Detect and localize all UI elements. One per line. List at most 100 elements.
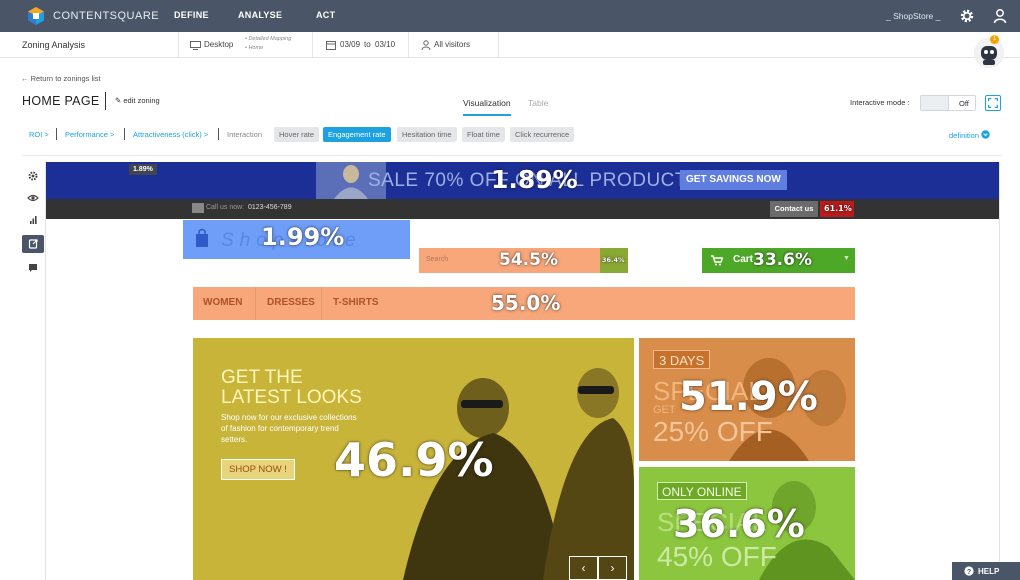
zone-value-logo: 1.99% [261, 223, 345, 251]
pill-engagement-rate[interactable]: Engagement rate [323, 127, 391, 142]
question-icon: ? [964, 566, 974, 576]
mapping-page: • Home [245, 45, 264, 51]
promo-1-tag: 3 DAYS [653, 350, 711, 369]
gear-icon[interactable] [959, 8, 975, 24]
tab-table[interactable]: Table [528, 98, 548, 108]
pill-click-recurrence[interactable]: Click recurrence [510, 127, 575, 142]
metrics-bar: ROI > Performance > Attractiveness (clic… [0, 126, 1020, 144]
promo-tile-2-zone[interactable]: ONLY ONLINE SPECIAL 45% OFF 36.6% [639, 467, 855, 580]
notification-badge: 1 [990, 35, 999, 44]
hero-text-line-3: setters. [221, 435, 248, 444]
tool-settings[interactable] [22, 167, 44, 185]
chevron-down-icon: ▼ [843, 255, 850, 262]
toggle-knob [921, 96, 949, 110]
hero-slider-zone[interactable]: GET THE LATEST LOOKS Shop now for our ex… [193, 338, 634, 580]
nav-act[interactable]: ACT [316, 10, 335, 20]
metric-performance[interactable]: Performance > [65, 130, 114, 139]
cart-icon [711, 255, 723, 266]
pill-hover-rate[interactable]: Hover rate [274, 127, 320, 142]
heatmap-canvas[interactable]: SALE 70% OFF ON ALL PRODUCTS GET SAVINGS… [45, 162, 1000, 580]
assistant-avatar[interactable] [974, 38, 1004, 68]
banner-cta-button[interactable]: GET SAVINGS NOW [680, 170, 787, 190]
phone-icon [192, 203, 204, 213]
search-field-zone[interactable]: Search 54.5% [419, 248, 600, 273]
search-placeholder: Search [426, 256, 449, 263]
tool-comment[interactable] [22, 259, 44, 277]
tab-visualization[interactable]: Visualization [463, 98, 511, 116]
pill-hesitation-time[interactable]: Hesitation time [397, 127, 457, 142]
divider [255, 287, 256, 320]
definition-link[interactable]: definition [949, 130, 990, 140]
divider [321, 287, 322, 320]
chevron-down-icon [981, 130, 990, 139]
cart-zone[interactable]: Cart ▼ 33.6% [702, 248, 855, 273]
slider-prev-button[interactable]: ‹ [569, 556, 598, 580]
user-icon [421, 40, 431, 50]
tool-share[interactable] [22, 235, 44, 253]
metric-attractiveness[interactable]: Attractiveness (click) > [133, 130, 208, 139]
logo-zone[interactable]: Shopstore 1.99% [183, 220, 410, 259]
tool-stats[interactable] [22, 211, 44, 229]
slider-next-button[interactable]: › [598, 556, 627, 580]
zone-value-hero: 46.9% [334, 433, 494, 487]
menu-item-women[interactable]: WOMEN [203, 297, 242, 308]
shopping-bag-icon [196, 228, 208, 247]
cart-label: Cart [733, 254, 754, 265]
menu-item-dresses[interactable]: DRESSES [267, 297, 315, 308]
desktop-icon [190, 41, 201, 50]
edit-zoning-link[interactable]: ✎ edit zoning [115, 96, 160, 105]
svg-text:?: ? [967, 569, 971, 576]
interactive-mode-toggle[interactable]: Off [920, 95, 976, 111]
page-title: HOME PAGE [22, 94, 100, 108]
robot-icon [975, 39, 1003, 67]
zone-value-promo-2: 36.6% [673, 502, 805, 546]
back-link[interactable]: ← Return to zonings list [21, 74, 101, 83]
date-to-label: to [364, 40, 371, 49]
device-selector[interactable]: Desktop [204, 40, 233, 49]
fullscreen-icon[interactable] [985, 95, 1001, 111]
eye-icon [27, 194, 39, 202]
contentsquare-logo-icon[interactable] [26, 6, 46, 26]
metric-roi[interactable]: ROI > [29, 130, 49, 139]
hero-title-line-1: GET THE [221, 367, 303, 388]
shop-selector[interactable]: _ ShopStore _ [886, 11, 940, 21]
promo-tile-1-zone[interactable]: 3 DAYS SPECIAL GET 25% OFF 51.9% [639, 338, 855, 461]
tool-panel [22, 163, 44, 283]
zone-value-promo-1: 51.9% [679, 374, 818, 420]
help-label: HELP [978, 567, 1000, 576]
pill-float-time[interactable]: Float time [462, 127, 505, 142]
phone-number: 0123-456-789 [248, 204, 292, 211]
contact-link-zone[interactable]: Contact us [770, 201, 818, 217]
zone-value-search-button: 36.4% [602, 256, 625, 264]
menu-item-tshirts[interactable]: T-SHIRTS [333, 297, 379, 308]
divider [999, 162, 1000, 580]
chevron-right-icon: › [610, 561, 615, 575]
hero-title-line-2: LATEST LOOKS [221, 387, 362, 408]
shop-now-button[interactable]: SHOP NOW ! [221, 459, 295, 480]
tool-visibility[interactable] [22, 189, 44, 207]
user-icon[interactable] [992, 8, 1008, 24]
promo-banner-zone[interactable]: SALE 70% OFF ON ALL PRODUCTS GET SAVINGS… [46, 162, 1000, 199]
search-button-zone[interactable]: 36.4% [600, 248, 628, 273]
call-label: Call us now: [206, 204, 245, 211]
help-button[interactable]: ? HELP [952, 562, 1020, 580]
segment-selector[interactable]: All visitors [434, 40, 470, 49]
divider [56, 128, 57, 140]
zone-value-cart: 33.6% [753, 250, 812, 270]
date-to[interactable]: 03/10 [375, 40, 395, 49]
main-menu-zone[interactable]: WOMEN DRESSES T-SHIRTS 55.0% [193, 287, 855, 320]
date-from[interactable]: 03/09 [340, 40, 360, 49]
zone-value-signin: 61.1% [824, 204, 852, 213]
nav-define[interactable]: DEFINE [174, 10, 209, 20]
promo-1-discount: 25% OFF [653, 416, 773, 447]
hero-text-line-2: of fashion for contemporary trend [221, 424, 339, 433]
divider [124, 128, 125, 140]
back-link-label: Return to zonings list [30, 74, 101, 83]
zone-value-banner: 1.89% [491, 165, 578, 194]
nav-analyse[interactable]: ANALYSE [238, 10, 282, 20]
mapping-selector[interactable]: • Detailed Mapping • Home [245, 35, 291, 53]
mapping-name: • Detailed Mapping [245, 36, 292, 42]
promo-1-subheading: GET [653, 404, 676, 416]
gear-icon [28, 171, 38, 181]
interactive-mode-label: Interactive mode : [850, 98, 910, 107]
